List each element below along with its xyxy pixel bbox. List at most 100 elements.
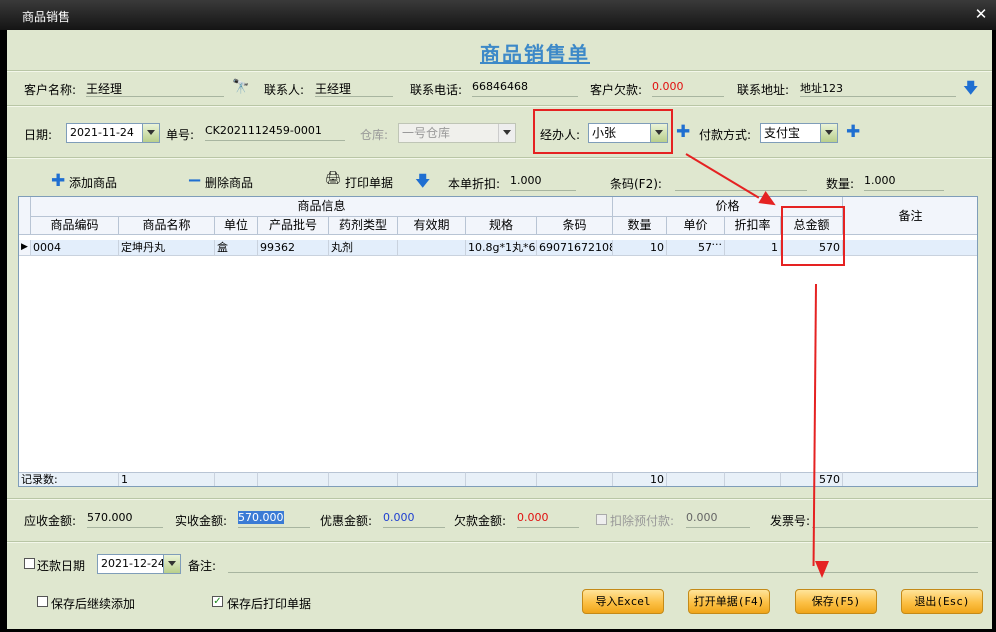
cell-remark[interactable]: [843, 240, 977, 256]
exit-button[interactable]: 退出(Esc): [901, 589, 983, 614]
dropdown-arrow-icon[interactable]: [650, 124, 667, 142]
quantity-label: 数量:: [826, 177, 855, 191]
handler-value: 小张: [592, 126, 617, 140]
footer-cell: [329, 472, 398, 486]
order-number-field[interactable]: CK2021112459-0001: [205, 124, 345, 141]
payment-select[interactable]: 支付宝: [760, 123, 838, 143]
column-header-barcode[interactable]: 条码: [537, 217, 613, 235]
annotation-arrowhead-icon: [815, 561, 829, 578]
date-picker[interactable]: 2021-11-24: [66, 123, 160, 143]
note-label: 备注:: [188, 559, 217, 573]
row-header-corner: [19, 197, 31, 235]
order-discount-value: 1.000: [510, 174, 542, 187]
cell-code[interactable]: 0004: [31, 240, 119, 256]
row-selector-icon[interactable]: ▶: [19, 240, 31, 256]
column-header-unit[interactable]: 单位: [215, 217, 258, 235]
ellipsis-icon[interactable]: ···: [712, 240, 723, 252]
phone-field[interactable]: 66846468: [472, 80, 578, 97]
receivable-field: 570.000: [87, 511, 163, 528]
column-header-batch[interactable]: 产品批号: [258, 217, 329, 235]
cell-name[interactable]: 定坤丹丸: [119, 240, 215, 256]
import-excel-button[interactable]: 导入Excel: [582, 589, 664, 614]
close-icon[interactable]: ✕: [972, 5, 990, 23]
delete-product-button[interactable]: 删除商品: [205, 174, 253, 191]
cell-spec[interactable]: 10.8g*1丸*6丸: [466, 240, 537, 256]
column-header-discount[interactable]: 折扣率: [725, 217, 781, 235]
warehouse-label: 仓库:: [360, 128, 389, 142]
discount-amount-label: 优惠金额:: [320, 514, 373, 528]
cell-barcode[interactable]: 6907167210861: [537, 240, 613, 256]
barcode-label: 条码(F2):: [610, 177, 662, 191]
invoice-field[interactable]: [812, 511, 978, 528]
cell-type[interactable]: 丸剂: [329, 240, 398, 256]
cell-batch[interactable]: 99362: [258, 240, 329, 256]
address-value: 地址123: [800, 82, 843, 95]
add-handler-icon[interactable]: ✚: [676, 124, 690, 141]
repay-checkbox[interactable]: [24, 558, 35, 569]
cell-unit[interactable]: 盒: [215, 240, 258, 256]
divider: [7, 105, 992, 107]
received-value: 570.000: [238, 511, 284, 524]
window-title: 商品销售: [22, 10, 71, 24]
add-payment-icon[interactable]: ✚: [846, 124, 860, 141]
column-header-type[interactable]: 药剂类型: [329, 217, 398, 235]
phone-label: 联系电话:: [410, 83, 463, 97]
order-number-label: 单号:: [166, 128, 195, 142]
dropdown-arrow-icon[interactable]: [142, 124, 159, 142]
discount-amount-value: 0.000: [383, 511, 415, 524]
debt-value: 0.000: [652, 80, 684, 93]
print-button[interactable]: 打印单据: [345, 174, 393, 191]
order-discount-field[interactable]: 1.000: [510, 174, 576, 191]
owed-amount-label: 欠款金额:: [454, 514, 507, 528]
expand-down-icon[interactable]: 🡇: [963, 81, 978, 96]
divider: [7, 541, 992, 543]
open-order-button[interactable]: 打开单据(F4): [688, 589, 770, 614]
print-after-save-checkbox[interactable]: ✓: [212, 596, 223, 607]
dropdown-arrow-icon[interactable]: [163, 555, 180, 573]
repay-label: 还款日期: [37, 559, 86, 573]
received-field[interactable]: 570.000: [238, 511, 310, 528]
column-header-spec[interactable]: 规格: [466, 217, 537, 235]
arrow-down-icon[interactable]: 🡇: [415, 174, 430, 189]
cell-expiry[interactable]: [398, 240, 466, 256]
add-product-button[interactable]: 添加商品: [69, 174, 117, 191]
note-field[interactable]: [228, 556, 978, 573]
column-header-name[interactable]: 商品名称: [119, 217, 215, 235]
column-header-code[interactable]: 商品编码: [31, 217, 119, 235]
prepay-label: 扣除预付款:: [610, 514, 675, 528]
footer-cell: [466, 472, 537, 486]
column-header-price[interactable]: 单价: [667, 217, 725, 235]
add-product-icon[interactable]: ✚: [51, 173, 65, 190]
save-button[interactable]: 保存(F5): [795, 589, 877, 614]
dropdown-arrow-icon[interactable]: [820, 124, 837, 142]
handler-select[interactable]: 小张: [588, 123, 668, 143]
address-field[interactable]: 地址123: [800, 80, 956, 97]
cell-price[interactable]: 57 ···: [667, 240, 725, 256]
owed-amount-value: 0.000: [517, 511, 549, 524]
payment-value: 支付宝: [764, 126, 801, 140]
column-header-expiry[interactable]: 有效期: [398, 217, 466, 235]
receivable-label: 应收金额:: [24, 514, 77, 528]
discount-amount-field[interactable]: 0.000: [383, 511, 445, 528]
column-header-remark[interactable]: 备注: [843, 197, 977, 235]
phone-value: 66846468: [472, 80, 528, 93]
cell-discount[interactable]: 1: [725, 240, 781, 256]
divider: [7, 70, 992, 72]
quantity-field[interactable]: 1.000: [864, 174, 944, 191]
column-header-quantity[interactable]: 数量: [613, 217, 667, 235]
contact-field[interactable]: 王经理: [315, 80, 393, 97]
contact-label: 联系人:: [264, 83, 305, 97]
cell-price-value: 57: [698, 241, 712, 254]
continue-add-checkbox[interactable]: [37, 596, 48, 607]
customer-field[interactable]: 王经理: [86, 80, 224, 97]
debt-field: 0.000: [652, 80, 724, 97]
minus-icon[interactable]: −: [187, 170, 202, 191]
warehouse-value: 一号仓库: [402, 126, 451, 140]
dropdown-arrow-icon: [498, 124, 515, 142]
cell-quantity[interactable]: 10: [613, 240, 667, 256]
print-after-save-label: 保存后打印单据: [227, 597, 312, 611]
binoculars-icon[interactable]: 🔭: [232, 79, 249, 95]
repay-date-picker[interactable]: 2021-12-24: [97, 554, 181, 574]
printer-icon[interactable]: 🖨: [325, 171, 342, 186]
prepay-field: 0.000: [686, 511, 750, 528]
